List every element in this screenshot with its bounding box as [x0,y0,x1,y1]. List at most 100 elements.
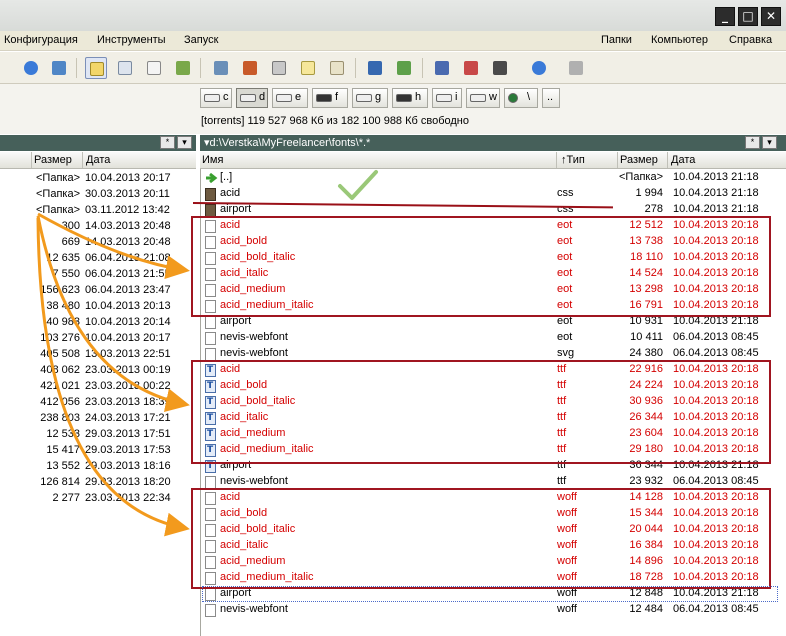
network-button[interactable] [48,57,70,79]
right-history-button[interactable]: ▾ [762,136,777,149]
menu-computer[interactable]: Компьютер [651,34,708,46]
menu-folders[interactable]: Папки [601,34,632,46]
table-row[interactable]: acid_bold ttf 24 224 10.04.2013 20:18 [201,378,786,394]
menu-help[interactable]: Справка [729,34,772,46]
file-size: 12 512 [629,219,663,231]
right-hotlist-button[interactable]: * [745,136,760,149]
table-row[interactable]: acid_bold woff 15 344 10.04.2013 20:18 [201,506,786,522]
table-row[interactable]: acid_medium_italic eot 16 791 10.04.2013 20… [201,298,786,314]
table-row[interactable]: [..] <Папка> 10.04.2013 21:18 [201,170,786,186]
new-file-button[interactable] [297,57,319,79]
file-date: 10.04.2013 20:18 [673,251,759,263]
close-button[interactable]: ✕ [761,7,781,26]
right-file-panel[interactable]: [..] <Папка> 10.04.2013 21:18 acid css 1 994 1… [200,169,786,636]
maximize-button[interactable]: □ [738,7,758,26]
list-item[interactable]: <Папка> 03.11.2012 13:42 [0,203,196,219]
view-brief-button[interactable] [85,57,107,79]
list-item[interactable]: <Папка> 10.04.2013 20:17 [0,171,196,187]
list-item[interactable]: 156 623 06.04.2013 23:47 [0,283,196,299]
list-item[interactable]: 408 062 23.03.2013 00:19 [0,363,196,379]
list-item[interactable]: 38 480 10.04.2013 20:13 [0,299,196,315]
drive-button[interactable]: h [392,88,428,108]
minimize-button[interactable]: _ [715,7,735,26]
left-file-panel[interactable]: <Папка> 10.04.2013 20:17 <Папка> 30.03.2013… [0,169,196,636]
table-row[interactable]: acid eot 12 512 10.04.2013 20:18 [201,218,786,234]
web-button[interactable] [528,57,550,79]
left-history-button[interactable]: ▾ [177,136,192,149]
table-row[interactable]: nevis-webfont svg 24 380 06.04.2013 08:45 [201,346,786,362]
table-row[interactable]: acid_bold_italic woff 20 044 10.04.2013 20:… [201,522,786,538]
list-item[interactable]: 13 552 29.03.2013 18:16 [0,459,196,475]
view-full-button[interactable] [114,57,136,79]
menu-configuration[interactable]: Конфигурация [4,34,78,46]
root-button[interactable]: .. [542,88,560,108]
compare-button[interactable] [489,57,511,79]
column-date[interactable]: Дата [671,154,695,166]
list-item[interactable]: 405 508 13.03.2013 22:51 [0,347,196,363]
calculator-button[interactable] [268,57,290,79]
pack-button[interactable] [210,57,232,79]
table-row[interactable]: acid_medium woff 14 896 10.04.2013 20:18 [201,554,786,570]
table-row[interactable]: acid_medium ttf 23 604 10.04.2013 20:18 [201,426,786,442]
notepad-button[interactable] [326,57,348,79]
cursor-row [202,586,778,602]
table-row[interactable]: acid ttf 22 916 10.04.2013 20:18 [201,362,786,378]
list-item[interactable]: 300 14.03.2013 20:48 [0,219,196,235]
multi-rename-button[interactable] [431,57,453,79]
list-item[interactable]: 7 550 06.04.2013 21:55 [0,267,196,283]
table-row[interactable]: acid_bold eot 13 738 10.04.2013 20:18 [201,234,786,250]
column-size[interactable]: Размер [620,154,658,166]
drive-button[interactable]: e [272,88,308,108]
list-item[interactable]: 12 635 06.04.2013 21:08 [0,251,196,267]
menu-tools[interactable]: Инструменты [97,34,166,46]
drive-button[interactable]: c [200,88,232,108]
table-row[interactable]: acid_bold_italic eot 18 110 10.04.2013 20:1… [201,250,786,266]
drive-button[interactable]: \ [504,88,538,108]
table-row[interactable]: airport eot 10 931 10.04.2013 21:18 [201,314,786,330]
view-tree-button[interactable] [143,57,165,79]
browser-button[interactable] [20,57,42,79]
list-item[interactable]: 421 021 23.03.2013 00:22 [0,379,196,395]
column-type[interactable]: ↑Тип [561,154,585,166]
thumbnails-button[interactable] [172,57,194,79]
unpack-button[interactable] [239,57,261,79]
list-item[interactable]: 412 056 23.03.2013 18:39 [0,395,196,411]
table-row[interactable]: acid woff 14 128 10.04.2013 20:18 [201,490,786,506]
ftp-button[interactable] [393,57,415,79]
file-size: 14 524 [629,267,663,279]
list-item[interactable]: 103 276 10.04.2013 20:17 [0,331,196,347]
menu-launch[interactable]: Запуск [184,34,218,46]
table-row[interactable]: acid_italic ttf 26 344 10.04.2013 20:18 [201,410,786,426]
column-name[interactable]: Имя [202,154,223,166]
left-hotlist-button[interactable]: * [160,136,175,149]
table-row[interactable]: nevis-webfont ttf 23 932 06.04.2013 08:45 [201,474,786,490]
column-size[interactable]: Размер [34,154,72,166]
settings-button[interactable] [565,57,587,79]
drive-button[interactable]: g [352,88,388,108]
sync-button[interactable] [460,57,482,79]
table-row[interactable]: acid_italic eot 14 524 10.04.2013 20:18 [201,266,786,282]
table-row[interactable]: nevis-webfont woff 12 484 06.04.2013 08:45 [201,602,786,618]
list-item[interactable]: <Папка> 30.03.2013 20:11 [0,187,196,203]
list-item[interactable]: 238 803 24.03.2013 17:21 [0,411,196,427]
drive-button[interactable]: d [236,88,268,108]
table-row[interactable]: acid_medium_italic ttf 29 180 10.04.2013 20… [201,442,786,458]
table-row[interactable]: acid_bold_italic ttf 30 936 10.04.2013 20:1… [201,394,786,410]
table-row[interactable]: acid_medium_italic woff 18 728 10.04.2013 2… [201,570,786,586]
table-row[interactable]: nevis-webfont eot 10 411 06.04.2013 08:45 [201,330,786,346]
list-item[interactable]: 669 14.03.2013 20:48 [0,235,196,251]
drive-button[interactable]: f [312,88,348,108]
table-row[interactable]: airport ttf 36 344 10.04.2013 21:18 [201,458,786,474]
drive-button[interactable]: i [432,88,462,108]
table-row[interactable]: acid_medium eot 13 298 10.04.2013 20:18 [201,282,786,298]
drive-button[interactable]: w [466,88,500,108]
list-item[interactable]: 40 983 10.04.2013 20:14 [0,315,196,331]
connect-button[interactable] [364,57,386,79]
list-item[interactable]: 15 417 29.03.2013 17:53 [0,443,196,459]
list-item[interactable]: 12 533 29.03.2013 17:51 [0,427,196,443]
column-date[interactable]: Дата [86,154,110,166]
table-row[interactable]: acid css 1 994 10.04.2013 21:18 [201,186,786,202]
list-item[interactable]: 126 814 29.03.2013 18:20 [0,475,196,491]
table-row[interactable]: acid_italic woff 16 384 10.04.2013 20:18 [201,538,786,554]
list-item[interactable]: 2 277 23.03.2013 22:34 [0,491,196,507]
